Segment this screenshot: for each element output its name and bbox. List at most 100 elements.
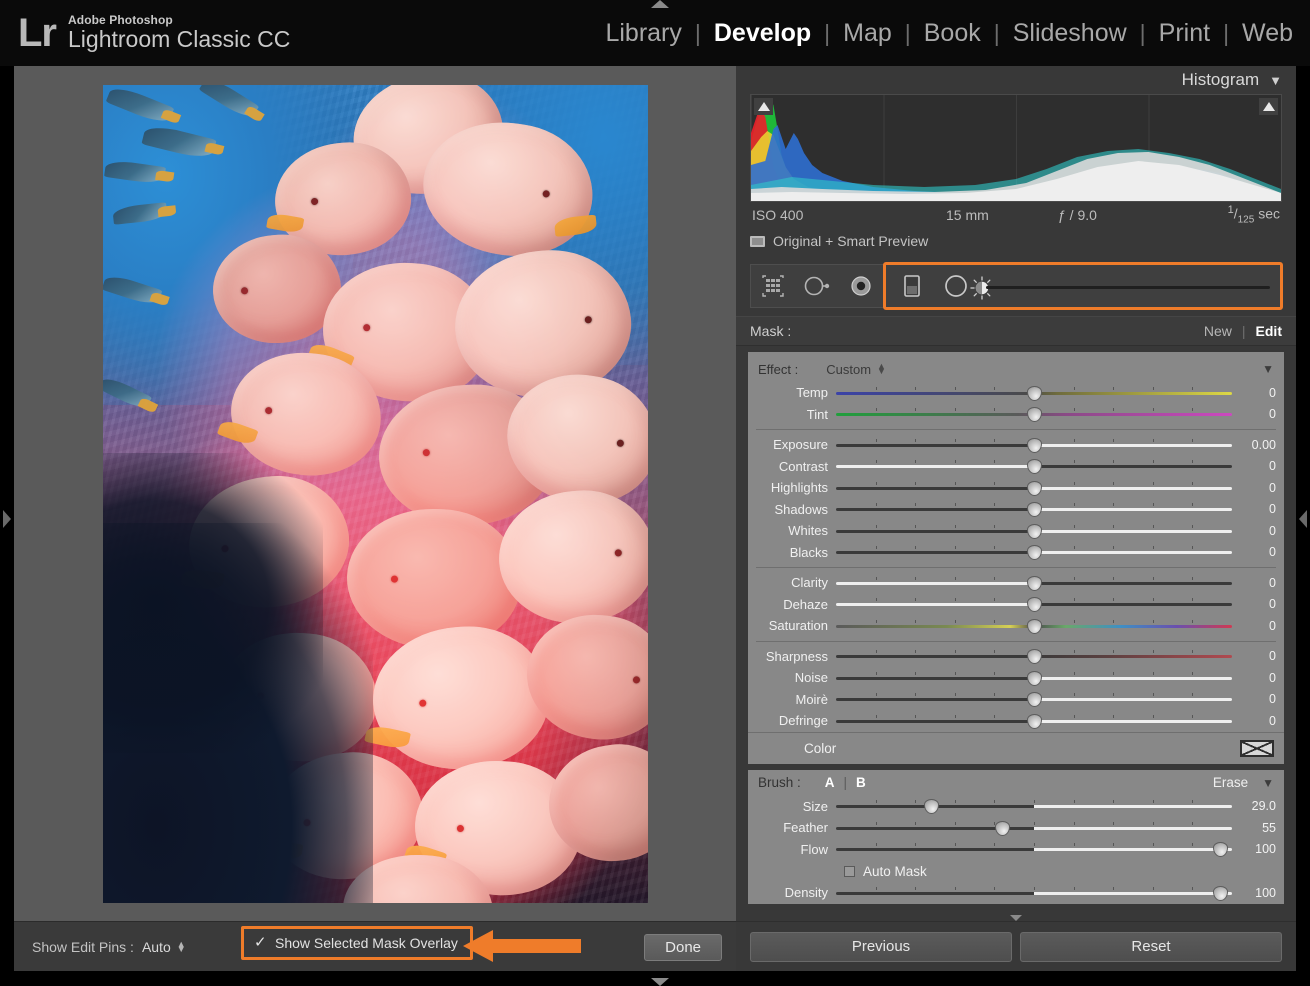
module-web[interactable]: Web (1229, 19, 1306, 48)
slider-value[interactable]: 0 (1232, 649, 1276, 663)
spot-removal-tool-icon[interactable] (795, 265, 839, 307)
right-panel-toggle-icon[interactable] (1299, 510, 1307, 528)
brush-option-b[interactable]: B (856, 775, 866, 790)
auto-mask-control[interactable]: Auto Mask (748, 860, 1284, 882)
slider-value[interactable]: 0 (1232, 545, 1276, 559)
slider-noise[interactable]: Noise 0 (748, 667, 1284, 689)
slider-value[interactable]: 29.0 (1232, 799, 1276, 813)
slider-knob[interactable] (1027, 524, 1042, 539)
top-panel-toggle-icon[interactable] (651, 0, 669, 8)
slider-value[interactable]: 0 (1232, 459, 1276, 473)
show-selected-mask-overlay-control[interactable]: Show Selected Mask Overlay (241, 926, 473, 960)
show-edit-pins-value[interactable]: Auto (142, 939, 171, 955)
slider-track[interactable] (836, 827, 1232, 830)
module-map[interactable]: Map (830, 19, 905, 48)
slider-value[interactable]: 0 (1232, 714, 1276, 728)
slider-value[interactable]: 100 (1232, 886, 1276, 900)
slider-shadows[interactable]: Shadows 0 (748, 499, 1284, 521)
slider-sharpness[interactable]: Sharpness 0 (748, 646, 1284, 668)
slider-value[interactable]: 0 (1232, 692, 1276, 706)
slider-moire[interactable]: Moirè 0 (748, 689, 1284, 711)
photo-canvas[interactable] (103, 85, 648, 903)
slider-knob[interactable] (1027, 502, 1042, 517)
auto-mask-checkbox[interactable] (844, 866, 855, 877)
slider-knob[interactable] (1027, 481, 1042, 496)
slider-value[interactable]: 0 (1232, 481, 1276, 495)
graduated-filter-tool-icon[interactable] (890, 265, 934, 307)
slider-knob[interactable] (1213, 842, 1228, 857)
slider-dehaze[interactable]: Dehaze 0 (748, 594, 1284, 616)
module-print[interactable]: Print (1146, 19, 1223, 48)
stepper-icon[interactable]: ▲▼ (177, 942, 186, 952)
left-panel-toggle-icon[interactable] (3, 510, 11, 528)
slider-brush-feather[interactable]: Feather 55 (748, 817, 1284, 839)
mask-new-button[interactable]: New (1204, 323, 1232, 339)
mask-overlay-checkbox[interactable] (254, 937, 267, 950)
chevron-down-icon[interactable]: ▼ (1262, 362, 1274, 376)
slider-knob[interactable] (1027, 692, 1042, 707)
highlight-clipping-indicator-icon[interactable] (1259, 98, 1278, 115)
stepper-icon[interactable]: ▲▼ (877, 364, 886, 374)
slider-blacks[interactable]: Blacks 0 (748, 542, 1284, 564)
slider-brush-density[interactable]: Density 100 (748, 882, 1284, 904)
slider-knob[interactable] (1027, 459, 1042, 474)
slider-whites[interactable]: Whites 0 (748, 520, 1284, 542)
bottom-panel-toggle-icon[interactable] (651, 978, 669, 986)
histogram-chart[interactable] (750, 94, 1282, 202)
slider-value[interactable]: 55 (1232, 821, 1276, 835)
brush-option-a[interactable]: A (825, 775, 835, 790)
chevron-down-icon[interactable]: ▼ (1262, 776, 1274, 790)
slider-value[interactable]: 0.00 (1232, 438, 1276, 452)
histogram-header[interactable]: Histogram ▼ (736, 66, 1296, 94)
slider-value[interactable]: 0 (1232, 576, 1276, 590)
slider-knob[interactable] (995, 821, 1010, 836)
chevron-down-icon[interactable]: ▼ (1269, 73, 1282, 88)
slider-tint[interactable]: Tint 0 (748, 404, 1284, 426)
brush-size-track[interactable] (986, 286, 1270, 289)
slider-highlights[interactable]: Highlights 0 (748, 477, 1284, 499)
slider-value[interactable]: 0 (1232, 386, 1276, 400)
slider-saturation[interactable]: Saturation 0 (748, 615, 1284, 637)
slider-value[interactable]: 0 (1232, 619, 1276, 633)
slider-knob[interactable] (1027, 671, 1042, 686)
shadow-clipping-indicator-icon[interactable] (754, 98, 773, 115)
red-eye-correction-tool-icon[interactable] (839, 265, 883, 307)
slider-knob[interactable] (1027, 576, 1042, 591)
slider-temp[interactable]: Temp 0 (748, 382, 1284, 404)
slider-brush-flow[interactable]: Flow 100 (748, 839, 1284, 861)
show-edit-pins-control[interactable]: Show Edit Pins : Auto ▲▼ (14, 939, 186, 955)
slider-value[interactable]: 100 (1232, 842, 1276, 856)
slider-value[interactable]: 0 (1232, 502, 1276, 516)
slider-defringe[interactable]: Defringe 0 (748, 710, 1284, 732)
slider-knob[interactable] (1213, 886, 1228, 901)
crop-overlay-tool-icon[interactable] (751, 265, 795, 307)
slider-track[interactable] (836, 848, 1232, 851)
slider-value[interactable]: 0 (1232, 524, 1276, 538)
done-button[interactable]: Done (644, 934, 722, 961)
slider-track[interactable] (836, 805, 1232, 808)
slider-contrast[interactable]: Contrast 0 (748, 456, 1284, 478)
color-row[interactable]: Color (748, 732, 1284, 764)
brush-erase-button[interactable]: Erase (1213, 775, 1248, 790)
color-swatch[interactable] (1240, 740, 1274, 757)
module-slideshow[interactable]: Slideshow (1000, 19, 1140, 48)
slider-clarity[interactable]: Clarity 0 (748, 572, 1284, 594)
slider-knob[interactable] (1027, 597, 1042, 612)
slider-knob[interactable] (924, 799, 939, 814)
slider-knob[interactable] (1027, 386, 1042, 401)
reset-button[interactable]: Reset (1020, 932, 1282, 962)
image-preview-area[interactable] (14, 66, 736, 921)
slider-knob[interactable] (1027, 619, 1042, 634)
slider-value[interactable]: 0 (1232, 671, 1276, 685)
slider-knob[interactable] (1027, 649, 1042, 664)
slider-track[interactable] (836, 892, 1232, 895)
slider-knob[interactable] (1027, 407, 1042, 422)
mask-edit-button[interactable]: Edit (1256, 323, 1282, 339)
slider-brush-size[interactable]: Size 29.0 (748, 796, 1284, 818)
slider-value[interactable]: 0 (1232, 407, 1276, 421)
module-library[interactable]: Library (592, 19, 694, 48)
module-book[interactable]: Book (911, 19, 994, 48)
previous-button[interactable]: Previous (750, 932, 1012, 962)
slider-knob[interactable] (1027, 438, 1042, 453)
effect-preset-value[interactable]: Custom (826, 362, 871, 377)
